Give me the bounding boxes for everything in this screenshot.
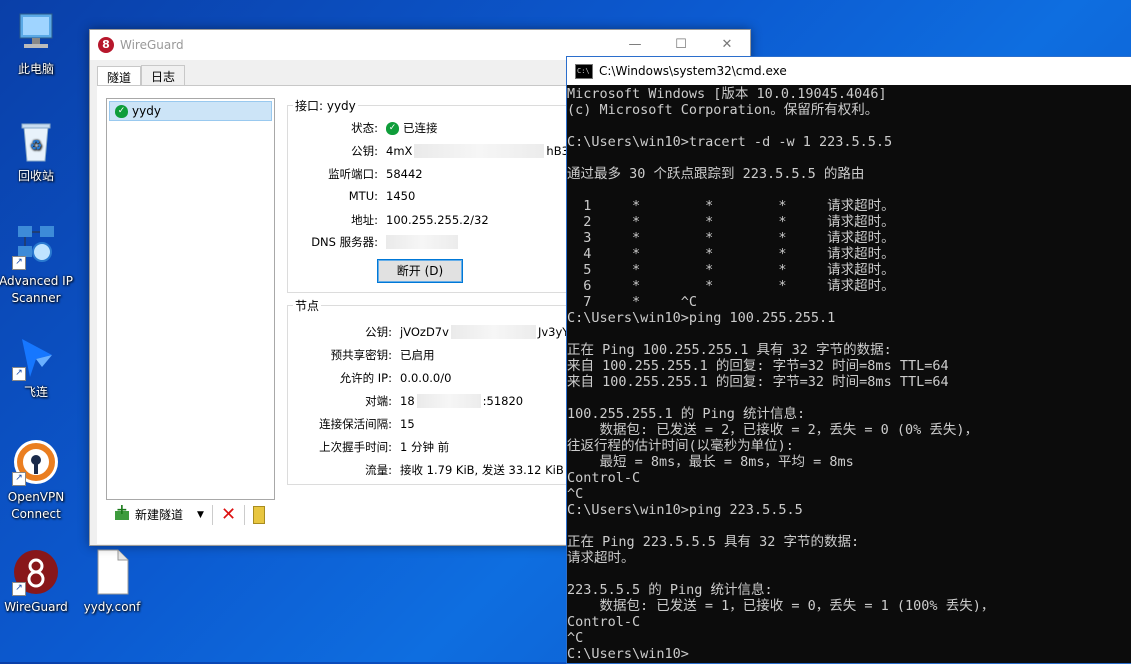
peer-public-key-value: jVOzD7v Jv3yY [400,325,570,339]
peer-legend: 节点 [293,297,322,314]
allowed-ips-value: 0.0.0.0/0 [400,371,452,385]
connected-shield-icon: ✓ [115,104,128,118]
peer-group: 节点 公钥: jVOzD7v Jv3yY 预共享密钥: 已启用 允许的 IP: 0… [287,297,589,485]
desktop-icon-label: WireGuard [4,600,68,614]
status-label: 状态: [351,121,378,135]
shortcut-arrow-icon: ↗ [12,582,26,596]
desktop-icon-label: 飞连 [23,385,48,399]
cmd-window-title: C:\Windows\system32\cmd.exe [599,64,787,78]
console-output[interactable]: Microsoft Windows [版本 10.0.19045.4046] (… [567,86,1131,663]
shortcut-arrow-icon: ↗ [12,472,26,486]
wireguard-icon: ↗ [12,548,60,596]
desktop-icon-label: Advanced IP Scanner [0,274,73,305]
new-tunnel-label: 新建隧道 [135,508,184,522]
openvpn-icon: ↗ [12,438,60,486]
mtu-label: MTU: [348,189,378,203]
desktop-icon-label: yydy.conf [83,600,141,614]
mtu-value: 1450 [386,189,416,203]
desktop-icon-yydy-conf[interactable]: yydy.conf [74,548,150,616]
recycle-bin-icon: ♻ [12,117,60,165]
shortcut-arrow-icon: ↗ [12,367,26,381]
desktop-icon-label: 此电脑 [17,62,54,76]
desktop-icon-wireguard[interactable]: ↗ WireGuard [0,548,74,616]
interface-legend: 接口: yydy [293,97,358,114]
endpoint-label: 对端: [365,394,392,408]
new-tunnel-button[interactable]: 新建隧道 ▼ [115,502,204,523]
listen-port-value: 58442 [386,167,423,181]
window-title: WireGuard [120,38,184,52]
allowed-ips-label: 允许的 IP: [339,371,392,385]
cmd-title-bar[interactable]: C:\ C:\Windows\system32\cmd.exe [567,57,1131,85]
tab-log[interactable]: 日志 [141,65,186,86]
tunnel-item[interactable]: ✓ yydy [109,101,272,121]
desktop-icon-feilian[interactable]: ↗ 飞连 [0,333,74,401]
dropdown-arrow-icon[interactable]: ▼ [197,510,204,520]
dns-label: DNS 服务器: [311,235,378,249]
toolbar-separator [211,504,213,525]
public-key-value: 4mX hB3H [386,144,578,158]
delete-tunnel-icon[interactable]: ✕ [221,504,236,525]
desktop-icon-label: OpenVPN Connect [7,490,65,521]
desktop-icon-recycle-bin[interactable]: ♻ 回收站 [0,117,74,185]
keepalive-label: 连接保活间隔: [319,417,392,431]
tunnel-toolbar: 新建隧道 ▼ ✕ [115,502,266,525]
disconnect-button[interactable]: 断开 (D) [377,259,463,283]
desktop-icon-openvpn-connect[interactable]: ↗ OpenVPN Connect [0,438,74,523]
feilian-icon: ↗ [12,333,60,381]
preshared-key-value: 已启用 [400,348,435,362]
keepalive-value: 15 [400,417,415,431]
transfer-label: 流量: [365,463,392,477]
public-key-label: 公钥: [351,144,378,158]
status-value: 已连接 [403,121,438,135]
cmd-window: C:\ C:\Windows\system32\cmd.exe Microsof… [566,56,1131,664]
dns-value [386,234,458,250]
toolbar-separator [244,504,246,525]
file-icon [88,548,136,596]
handshake-value: 1 分钟 前 [400,440,450,454]
desktop-icon-label: 回收站 [17,169,54,183]
desktop-icon-this-pc[interactable]: 此电脑 [0,10,74,78]
preshared-key-label: 预共享密钥: [330,348,392,362]
connected-shield-icon: ✓ [386,121,399,135]
peer-public-key-label: 公钥: [365,325,392,339]
computer-icon [12,10,60,58]
interface-group: 接口: yydy 状态: ✓ 已连接 公钥: 4mX hB3H 监听端口: 5844… [287,97,589,293]
export-zip-icon[interactable] [253,505,266,524]
desktop-icon-advanced-ip-scanner[interactable]: ↗ Advanced IP Scanner [0,222,74,307]
address-label: 地址: [351,213,378,227]
tunnel-name: yydy [132,104,161,118]
listen-port-label: 监听端口: [328,167,378,181]
transfer-value: 接收 1.79 KiB, 发送 33.12 KiB [400,463,564,477]
endpoint-value: 18:51820 [400,394,524,408]
network-scanner-icon: ↗ [12,222,60,270]
tab-tunnels[interactable]: 隧道 [97,66,142,87]
shortcut-arrow-icon: ↗ [12,256,26,270]
wireguard-logo-icon: 8 [98,37,114,53]
handshake-label: 上次握手时间: [319,440,392,454]
add-tunnel-icon [115,502,129,522]
svg-text:♻: ♻ [30,138,43,154]
tunnel-list[interactable]: ✓ yydy [106,98,275,500]
cmd-icon: C:\ [575,63,593,79]
address-value: 100.255.255.2/32 [386,213,489,227]
